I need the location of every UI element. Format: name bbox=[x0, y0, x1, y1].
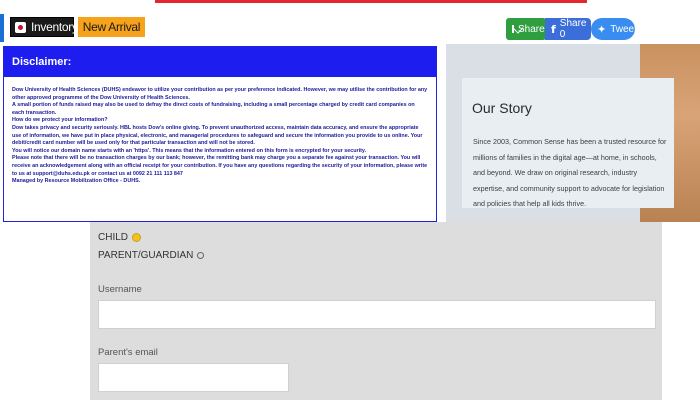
parent-email-input[interactable] bbox=[98, 363, 289, 392]
story-title: Our Story bbox=[472, 100, 532, 116]
disclaimer-paragraph: A small portion of funds raised may also… bbox=[12, 102, 415, 116]
child-radio[interactable] bbox=[132, 233, 142, 242]
disclaimer-paragraph: Managed by Resource Mobilization Office … bbox=[12, 178, 141, 185]
disclaimer-title: Disclaimer: bbox=[12, 56, 72, 68]
japan-flag-icon bbox=[15, 21, 26, 33]
facebook-icon: f bbox=[551, 22, 556, 36]
tweet-label: Tweet bbox=[610, 23, 637, 35]
disclaimer-body: Dow University of Health Sciences (DUHS)… bbox=[4, 77, 436, 186]
twitter-bird-icon: ✦ bbox=[597, 22, 607, 36]
facebook-share-label: Share 0 bbox=[559, 18, 587, 40]
inventory-label: Inventory bbox=[31, 20, 78, 34]
parent-option[interactable]: PARENT/GUARDIAN bbox=[98, 250, 205, 261]
facebook-share-button[interactable]: f Share 0 bbox=[545, 18, 591, 40]
new-arrival-label: New Arrival bbox=[82, 20, 141, 34]
email-icon bbox=[512, 25, 514, 33]
parent-email-label: Parent's email bbox=[98, 347, 158, 358]
disclaimer-paragraph: You will notice our domain name starts w… bbox=[12, 147, 367, 154]
disclaimer-panel: Disclaimer: Dow University of Health Sci… bbox=[3, 46, 437, 222]
child-option-label: CHILD bbox=[98, 232, 129, 243]
story-text: Since 2003, Common Sense has been a trus… bbox=[473, 137, 667, 208]
new-arrival-badge[interactable]: New Arrival bbox=[78, 17, 145, 37]
parent-option-label: PARENT/GUARDIAN bbox=[98, 250, 194, 261]
disclaimer-paragraph: Please note that there will be no transa… bbox=[12, 155, 428, 177]
username-label: Username bbox=[98, 284, 142, 295]
left-accent-bar bbox=[0, 14, 4, 42]
username-input[interactable] bbox=[98, 300, 656, 329]
disclaimer-paragraph: How do we protect your information? bbox=[12, 117, 108, 124]
parent-radio[interactable] bbox=[197, 252, 205, 259]
tweet-button[interactable]: ✦ Tweet bbox=[591, 18, 637, 40]
email-share-button[interactable]: Share bbox=[506, 18, 546, 40]
disclaimer-header: Disclaimer: bbox=[4, 47, 436, 77]
child-option[interactable]: CHILD bbox=[98, 232, 142, 243]
top-red-strip bbox=[155, 0, 587, 3]
inventory-badge[interactable]: Inventory bbox=[10, 17, 78, 37]
disclaimer-paragraph: Dow University of Health Sciences (DUHS)… bbox=[12, 87, 428, 101]
disclaimer-paragraph: Dow takes privacy and security seriously… bbox=[12, 124, 423, 147]
